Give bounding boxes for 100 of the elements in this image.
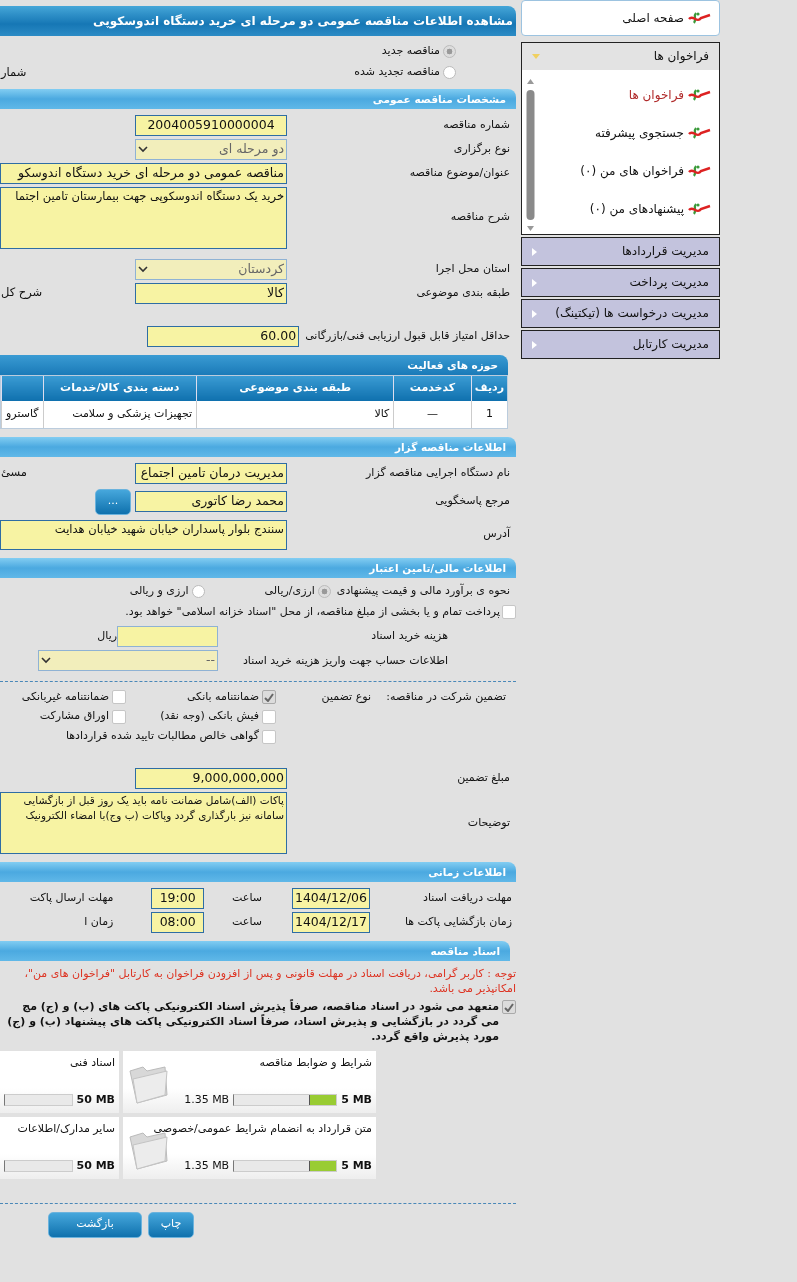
field-label: نحوه ی برآورد مالی و قیمت پیشنهادی [335, 583, 511, 599]
menu-group-header[interactable]: مدیریت کارتابل [521, 330, 720, 359]
field-label: شرح مناقصه [449, 210, 511, 226]
radio-label: ارزی/ریالی [264, 583, 315, 599]
radio-label: مناقصه جدید [381, 44, 440, 60]
menu-item[interactable]: جستجوی پیشرفته [535, 124, 711, 142]
unit-label: ریال [97, 628, 117, 644]
table-cell: گاسترو [1, 400, 43, 428]
checkbox-label: گواهی خالص مطالبات تایید شده قراردادها [65, 729, 259, 745]
caret-icon [138, 145, 148, 153]
field-label: نوع برگزاری [452, 141, 511, 157]
field-label: استان محل اجرا [434, 261, 511, 277]
field-label: تضمین شرکت در مناقصه: [385, 689, 506, 705]
field-label: مسئ [0, 465, 27, 481]
radio-button[interactable] [191, 584, 205, 598]
menu-group-header[interactable]: مدیریت درخواست ها (تیکتینگ) [521, 299, 720, 328]
logo-icon [687, 201, 711, 217]
menu-group-header[interactable]: مدیریت پرداخت [521, 268, 720, 297]
time-field[interactable]: 19:00 [151, 888, 204, 910]
menu-item[interactable]: فراخوان ها [535, 86, 711, 104]
text-area[interactable]: خرید یک دستگاه اندوسکوپی جهت بیمارستان تامین اجتما [0, 186, 287, 249]
field-label: مرجع پاسخگویی [434, 494, 511, 510]
file-name: شرایط و ضوابط مناقصه [259, 1055, 372, 1071]
field-label: زمان ا [83, 915, 115, 931]
checkbox[interactable] [262, 729, 276, 744]
radio-label: مناقصه تجدید شده [354, 65, 440, 81]
checkbox-label: اوراق مشارکت [39, 709, 109, 725]
file-size-used: 1.35 MB [184, 1158, 230, 1174]
print-button[interactable]: چاپ [148, 1211, 194, 1238]
text-field[interactable]: 9,000,000,000 [135, 768, 287, 790]
browse-button[interactable]: ... [95, 488, 131, 515]
checkbox[interactable] [502, 1000, 516, 1015]
caret-right-icon [532, 278, 537, 287]
logo-icon [687, 163, 711, 179]
checkbox[interactable] [112, 690, 126, 705]
field-label: ساعت [231, 891, 263, 907]
menu-group-header[interactable]: فراخوان ها [521, 42, 720, 70]
radio-label: ارزی و ریالی [129, 583, 189, 599]
text-area[interactable]: سنندج بلوار پاسداران خیابان شهید خیابان هدایت [0, 519, 287, 550]
file-size-limit: 50 MB [76, 1092, 115, 1108]
home-link[interactable]: صفحه اصلی [521, 0, 720, 36]
radio-button[interactable] [443, 45, 456, 59]
field-label: ساعت [231, 915, 263, 931]
file-size-used: 1.35 MB [184, 1092, 230, 1108]
text-field[interactable]: مدیریت درمان تامین اجتماع [135, 462, 287, 484]
time-field[interactable]: 08:00 [151, 912, 204, 934]
column-header: طبقه بندی موضوعی [196, 375, 394, 401]
dropdown-value: دو مرحله ای [219, 140, 284, 158]
file-size-limit: 5 MB [341, 1158, 372, 1174]
table-cell: 1 [471, 400, 507, 428]
checkbox[interactable] [502, 604, 516, 619]
checkbox[interactable] [112, 709, 126, 724]
checkbox[interactable] [262, 690, 276, 705]
checkbox[interactable] [262, 709, 276, 724]
radio-button[interactable] [317, 584, 331, 598]
caret-icon [138, 265, 148, 273]
checkbox-label: فیش بانکی (وجه نقد) [160, 709, 259, 725]
back-button[interactable]: بازگشت [48, 1211, 142, 1238]
text-field[interactable]: کالا [135, 282, 287, 304]
field-label: اطلاعات حساب جهت واریز هزینه خرید اسناد [241, 653, 448, 667]
menu-group-label: مدیریت درخواست ها (تیکتینگ) [555, 305, 709, 322]
caret-down-icon [532, 54, 540, 59]
page-title: مشاهده اطلاعات مناقصه عمومی دو مرحله ای خرید دستگاه اندوسکوپی [0, 6, 516, 37]
date-field[interactable]: 1404/12/17 [291, 912, 370, 934]
dropdown[interactable]: کردستان [135, 258, 287, 280]
date-field[interactable]: 1404/12/06 [291, 888, 370, 910]
text-area[interactable]: پاکات (الف)شامل ضمانت نامه باید یک روز قبل از بازگشایی سامانه نیز بارگذاری گردد وپاکات (ب وج)با امضاء الکترونیک [0, 792, 287, 855]
column-header: کدخدمت [393, 375, 472, 401]
menu-item[interactable]: فراخوان های من (۰) [535, 162, 711, 180]
field-label: حداقل امتیاز قابل قبول ارزیابی فنی/بازرگانی [304, 328, 511, 344]
check-icon [504, 1002, 514, 1012]
input-field[interactable] [117, 625, 218, 647]
dropdown[interactable]: -- [38, 649, 218, 671]
field-label: مهلت دریافت اسناد [422, 891, 513, 907]
section-header: اطلاعات مالی/تامین اعتبار [0, 557, 516, 578]
radio-button[interactable] [443, 66, 456, 80]
checkbox-label: ضمانتنامه بانکی [186, 689, 259, 705]
field-label: توضیحات [466, 815, 511, 831]
home-label: صفحه اصلی [622, 9, 684, 27]
field-label: شمار [0, 65, 27, 81]
text-field[interactable]: مناقصه عمومی دو مرحله ای خرید دستگاه اندوسکو [0, 162, 287, 184]
commitment-text: متعهد می شود در اسناد مناقصه، صرفاً پذیرش اسناد الکترونیکی پاکت های (ب) و (ج) مج می گردد در بازگشایی و پذیرش اسناد، صرفاً اسناد الکترونیکی پاکت های پیشنهاد (ب) و (ج) مورد پذیرش واقع گردد. [7, 1000, 499, 1045]
file-name: متن قرارداد به انضمام شرایط عمومی/خصوصی [153, 1121, 372, 1137]
field-label: مهلت ارسال پاکت [28, 891, 115, 907]
field-label: شرح کل [0, 285, 43, 301]
dropdown[interactable]: دو مرحله ای [135, 138, 287, 160]
field-label: آدرس [482, 527, 512, 543]
dropdown-value: کردستان [238, 260, 284, 278]
menu-group-header[interactable]: مدیریت قراردادها [521, 237, 720, 266]
menu-group-label: فراخوان ها [653, 48, 709, 65]
text-field[interactable]: محمد رضا کاتوری [135, 491, 287, 513]
score-field[interactable]: 60.00 [147, 325, 300, 347]
field-label: زمان بازگشایی پاکت ها [403, 915, 513, 931]
caret-right-icon [532, 247, 537, 256]
file-name: سایر مدارک/اطلاعات [17, 1121, 115, 1137]
menu-item[interactable]: پیشنهادهای من (۰) [535, 200, 711, 218]
file-name: اسناد فنی [69, 1055, 115, 1071]
checkbox-label: ضمانتنامه غیربانکی [21, 689, 109, 705]
field-label: نوع تضمین [320, 689, 371, 705]
number-field[interactable]: 2004005910000004 [135, 114, 287, 136]
